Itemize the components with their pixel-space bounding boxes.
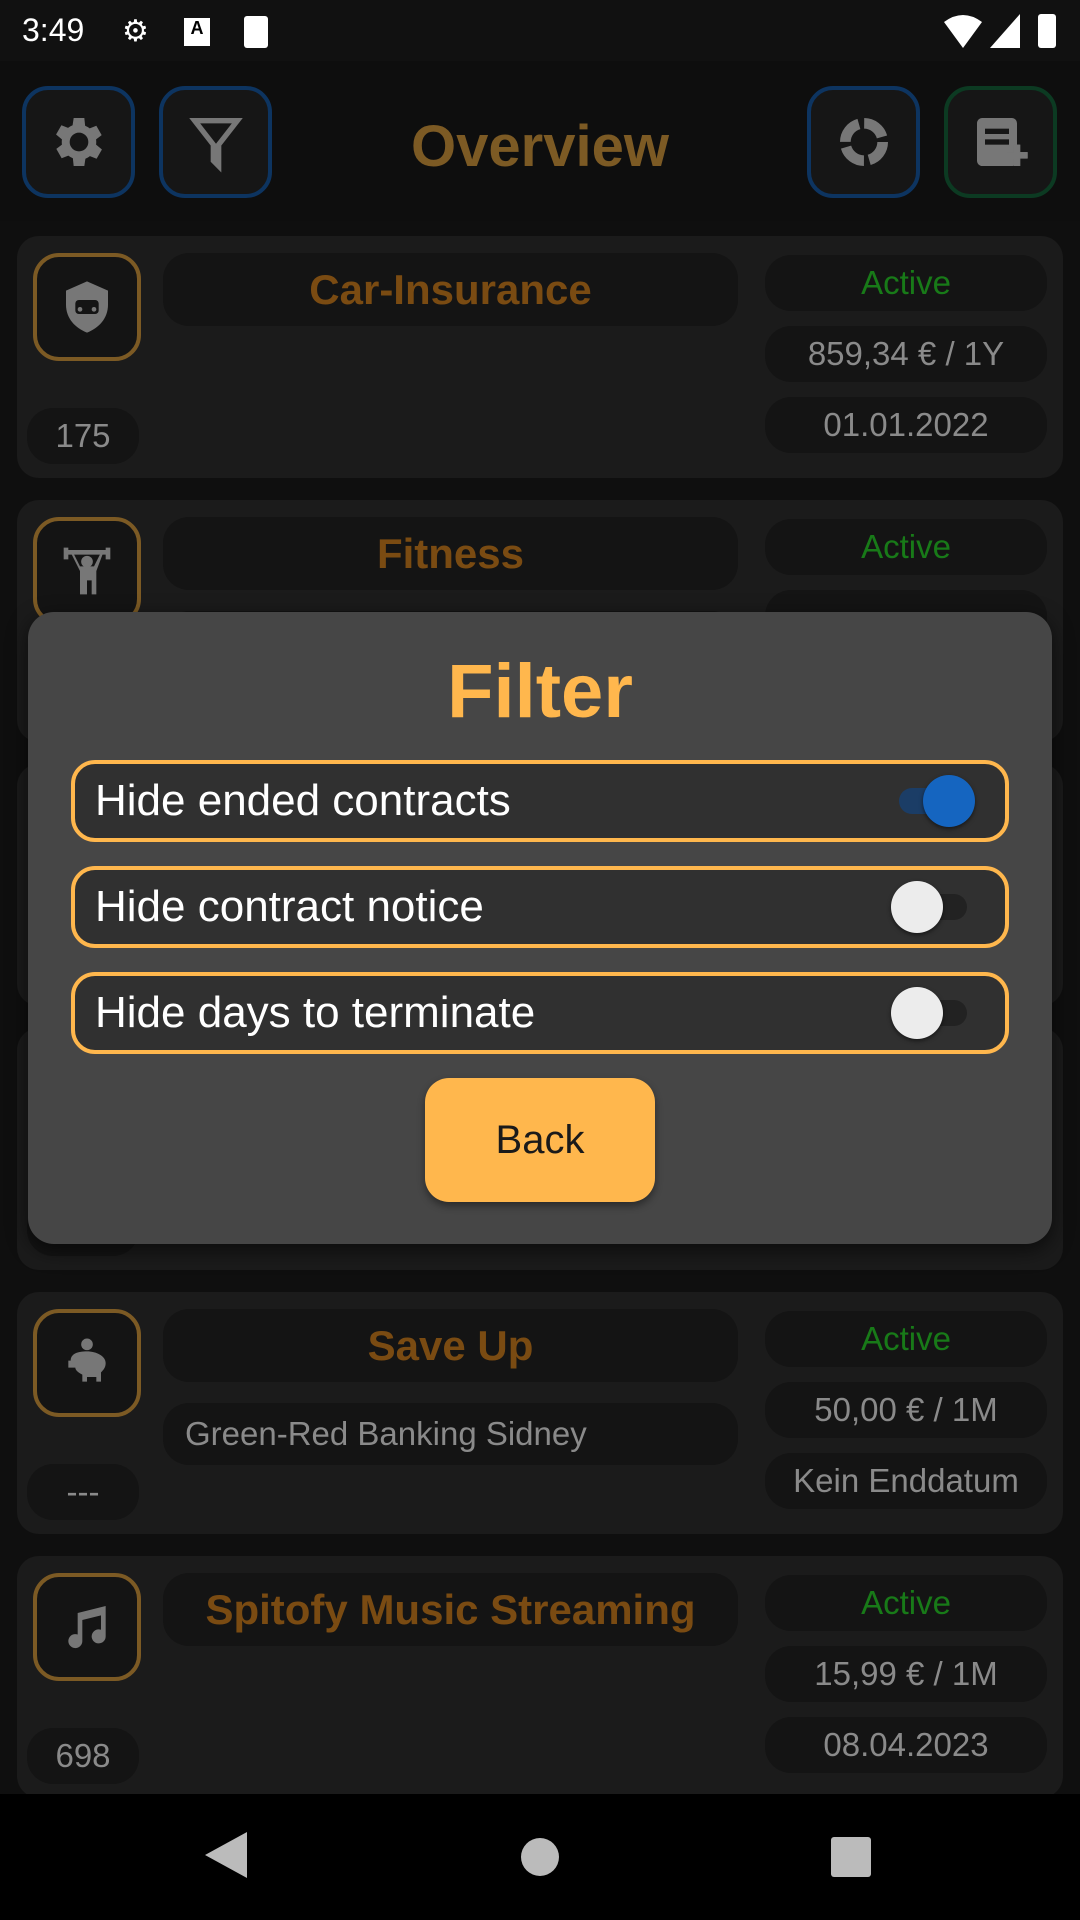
option-label: Hide ended contracts [95, 776, 511, 825]
back-button[interactable]: Back [425, 1078, 655, 1202]
toggle-thumb [891, 987, 943, 1039]
sd-card-icon [244, 16, 268, 48]
clock: 3:49 [22, 12, 85, 48]
toggle-switch[interactable] [891, 987, 975, 1039]
filter-dialog: Filter Hide ended contracts Hide contrac… [28, 612, 1052, 1244]
filter-option-hide-ended[interactable]: Hide ended contracts [71, 760, 1009, 842]
toggle-thumb [923, 775, 975, 827]
settings-icon: ⚙ [122, 15, 149, 48]
wifi-icon [944, 15, 982, 48]
add-contract-icon [976, 118, 1028, 166]
recents-icon[interactable] [831, 1837, 871, 1877]
option-label: Hide days to terminate [95, 988, 536, 1037]
statistics-button[interactable] [807, 86, 920, 198]
filter-option-hide-days[interactable]: Hide days to terminate [71, 972, 1009, 1054]
toggle-switch[interactable] [891, 775, 975, 827]
option-label: Hide contract notice [95, 882, 484, 931]
back-icon[interactable] [205, 1832, 247, 1878]
battery-icon [1038, 14, 1056, 48]
signal-icon [990, 14, 1020, 48]
toggle-switch[interactable] [891, 881, 975, 933]
dialog-title: Filter [447, 649, 633, 734]
statistics-donut-icon [839, 118, 888, 166]
toolbar: Overview [0, 61, 1080, 221]
filter-option-hide-notice[interactable]: Hide contract notice [71, 866, 1009, 948]
navigation-bar [0, 1794, 1080, 1920]
keyboard-a-icon: A [184, 18, 210, 46]
home-icon[interactable] [521, 1838, 559, 1876]
toggle-thumb [891, 881, 943, 933]
status-bar: 3:49 ⚙ A [0, 0, 1080, 61]
add-contract-button[interactable] [944, 86, 1057, 198]
